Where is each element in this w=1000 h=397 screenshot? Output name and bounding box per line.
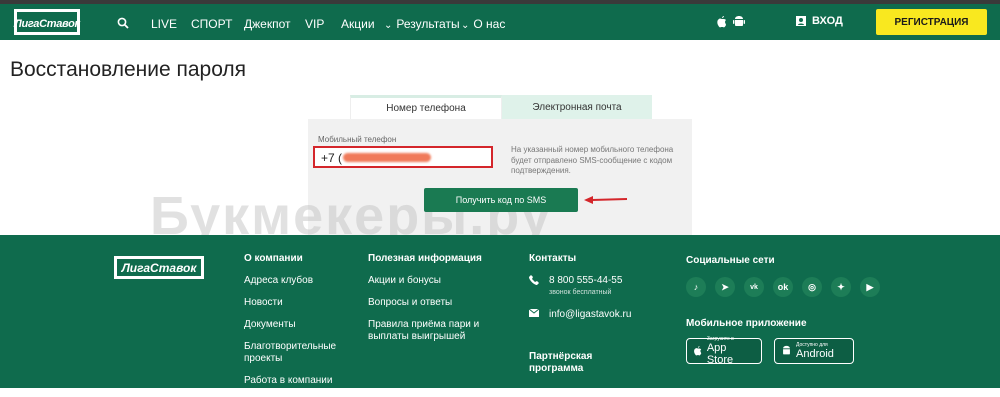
chevron-down-icon: ⌄: [384, 20, 393, 31]
top-dark-strip: [0, 0, 1000, 4]
contacts-heading: Контакты: [529, 253, 577, 264]
footer-col-company: О компании Адреса клубов Новости Докумен…: [244, 253, 354, 397]
youtube-icon[interactable]: ▶: [860, 277, 880, 297]
nav-results-label: Результаты: [396, 17, 460, 31]
contact-phone-number: 8 800 555-44-55: [549, 275, 623, 286]
nav-promotions[interactable]: Акции: [341, 17, 375, 31]
ok-icon[interactable]: ok: [773, 277, 793, 297]
footer-heading: Полезная информация: [368, 253, 482, 264]
chevron-down-icon: ⌄: [461, 20, 470, 31]
footer-link[interactable]: Правила приёма пари и выплаты выигрышей: [368, 319, 498, 343]
footer-col-info: Полезная информация Акции и бонусы Вопро…: [368, 253, 498, 353]
footer-logo[interactable]: ЛигаСтавок: [114, 256, 204, 279]
red-arrow-annotation: [584, 196, 628, 204]
app-store-button[interactable]: Загрузите в App Store: [686, 336, 762, 366]
footer-link[interactable]: Документы: [244, 319, 354, 331]
footer-link[interactable]: Работа в компании: [244, 375, 354, 387]
footer-logo-text: ЛигаСтавок: [121, 261, 197, 275]
tab-email[interactable]: Электронная почта: [502, 95, 652, 119]
contact-phone[interactable]: 8 800 555-44-55 звонок бесплатный: [529, 275, 669, 299]
page-title: Восстановление пароля: [10, 58, 247, 81]
android-big-text: Android: [796, 348, 834, 360]
android-icon: [783, 345, 790, 355]
logo-text: ЛигаСтавок: [14, 18, 80, 30]
tab-phone[interactable]: Номер телефона: [350, 95, 502, 119]
register-button[interactable]: РЕГИСТРАЦИЯ: [876, 9, 987, 35]
footer-link[interactable]: Благотворительные проекты: [244, 341, 339, 365]
phone-input[interactable]: +7 (: [313, 146, 493, 168]
footer: ЛигаСтавок О компании Адреса клубов Ново…: [0, 235, 1000, 388]
recovery-tabs: Номер телефона Электронная почта: [350, 95, 652, 119]
footer-col-contacts: Контакты 8 800 555-44-55 звонок бесплатны…: [529, 253, 669, 375]
nav-jackpot[interactable]: Джекпот: [244, 17, 290, 31]
login-button[interactable]: ВХОД: [796, 15, 843, 27]
footer-link[interactable]: Новости: [244, 297, 354, 309]
site-logo[interactable]: ЛигаСтавок: [14, 9, 80, 35]
phone-field-label: Мобильный телефон: [318, 135, 397, 144]
footer-link[interactable]: Вопросы и ответы: [368, 297, 498, 309]
android-icon[interactable]: [733, 15, 745, 29]
sms-hint-text: На указанный номер мобильного телефона б…: [511, 145, 674, 175]
telegram-icon[interactable]: ➤: [715, 277, 735, 297]
nav-sport[interactable]: СПОРТ: [191, 17, 232, 31]
contact-email-address: info@ligastavok.ru: [549, 309, 632, 320]
footer-link[interactable]: О компании: [244, 253, 354, 265]
phone-icon: [529, 275, 539, 285]
footer-link[interactable]: Адреса клубов: [244, 275, 354, 287]
nav-about-label: О нас: [473, 17, 506, 31]
partner-program-link[interactable]: Партнёрская программа: [529, 351, 599, 375]
top-navigation-bar: ЛигаСтавок LIVE СПОРТ Джекпот VIP Акции …: [0, 0, 1000, 40]
mobile-app-heading: Мобильное приложение: [686, 318, 807, 329]
instagram-icon[interactable]: ◎: [802, 277, 822, 297]
login-label: ВХОД: [812, 15, 843, 27]
contact-phone-note: звонок бесплатный: [549, 289, 612, 296]
tiktok-icon[interactable]: ♪: [686, 277, 706, 297]
nav-about[interactable]: ⌄ О нас: [461, 17, 505, 33]
vk-icon[interactable]: vk: [744, 277, 764, 297]
mail-icon: [529, 309, 539, 317]
phone-prefix: +7 (: [321, 151, 343, 165]
apple-icon: [694, 346, 702, 356]
user-icon: [796, 16, 806, 26]
redacted-phone-number: [343, 153, 431, 162]
social-heading: Социальные сети: [686, 255, 775, 266]
contact-email[interactable]: info@ligastavok.ru: [529, 309, 669, 321]
apple-icon[interactable]: [716, 15, 728, 29]
appstore-big-text: App Store: [706, 342, 734, 366]
get-sms-code-button[interactable]: Получить код по SMS: [424, 188, 578, 212]
nav-vip[interactable]: VIP: [305, 17, 324, 31]
social-icons: ♪ ➤ vk ok ◎ ✦ ▶: [686, 277, 880, 297]
nav-live[interactable]: LIVE: [151, 17, 177, 31]
footer-link[interactable]: Акции и бонусы: [368, 275, 498, 287]
search-icon[interactable]: [117, 17, 129, 29]
twitter-icon[interactable]: ✦: [831, 277, 851, 297]
nav-results[interactable]: ⌄ Результаты: [384, 17, 460, 33]
android-store-button[interactable]: Доступно для Android: [774, 338, 854, 364]
